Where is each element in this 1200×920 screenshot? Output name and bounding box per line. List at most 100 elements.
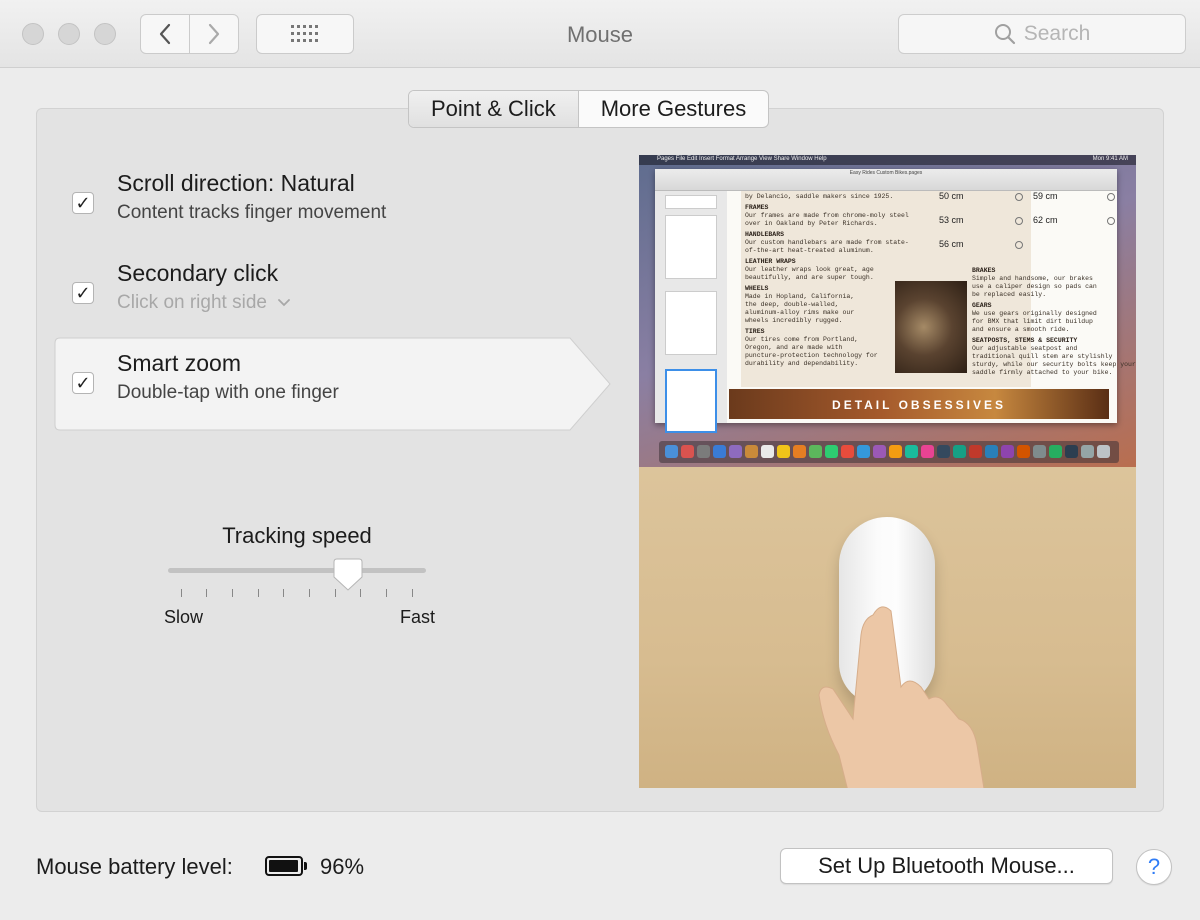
preview-doc-line: Our adjustable seatpost and (972, 345, 1078, 352)
preview-pages-window: Easy Rides Custom Bikes.pages by Delanci… (655, 169, 1136, 433)
preview-menu-items: Pages File Edit Insert Format Arrange Vi… (657, 156, 827, 162)
preview-doc-line: saddle firmly attached to your bike. (972, 369, 1113, 376)
title-bar: Mouse Search (0, 0, 1200, 68)
finger-image (818, 606, 985, 788)
option-scroll-direction[interactable]: ✓ Scroll direction: Natural Content trac… (54, 156, 574, 248)
preview-doc-line: Our frames are made from chrome-moly ste… (745, 212, 909, 219)
preview-doc-line: use a caliper design so pads can (972, 283, 1097, 290)
preview-dock-app-icon (681, 445, 694, 458)
option-subtitle: Content tracks finger movement (117, 202, 387, 223)
preview-doc-line: puncture-protection technology for (745, 352, 878, 359)
preview-dock-app-icon (809, 445, 822, 458)
preview-dock (659, 441, 1119, 463)
preview-doc-line: of-the-art heat-treated aluminum. (745, 247, 874, 254)
preview-dock-app-icon (777, 445, 790, 458)
option-subtitle: Click on right side (117, 292, 267, 313)
preview-doc-heading: GEARS (972, 302, 992, 309)
preview-banner-text: DETAIL OBSESSIVES (832, 398, 1006, 412)
preview-doc-line: aluminum-alloy rims make our (745, 309, 855, 316)
preview-doc-title: Easy Rides Custom Bikes.pages (849, 170, 923, 176)
preview-dock-app-icon (1065, 445, 1078, 458)
preview-dock-app-icon (713, 445, 726, 458)
option-secondary-click[interactable]: ✓ Secondary click Click on right side (54, 246, 574, 338)
preview-banner: DETAIL OBSESSIVES (729, 389, 1109, 419)
battery-level-label: Mouse battery level: (36, 854, 233, 879)
preview-dock-app-icon (985, 445, 998, 458)
preview-menubar: Pages File Edit Insert Format Arrange Vi… (639, 155, 1136, 165)
preview-dock-app-icon (969, 445, 982, 458)
checkmark-icon: ✓ (75, 372, 91, 393)
fast-label: Fast (400, 607, 436, 627)
preview-dock-app-icon (889, 445, 902, 458)
preview-doc-line: traditional quill stem are stylishly (972, 353, 1113, 360)
preview-dock-app-icon (793, 445, 806, 458)
preview-gears-photo (895, 281, 967, 373)
preview-doc-line: Made in Hopland, California, (745, 293, 855, 300)
preview-dock-app-icon (1017, 445, 1030, 458)
preview-dock-app-icon (857, 445, 870, 458)
slider-ticks (176, 589, 416, 597)
slider-knob[interactable] (333, 558, 363, 592)
preview-dock-app-icon (905, 445, 918, 458)
scroll-direction-checkbox[interactable]: ✓ (72, 192, 94, 214)
preview-dock-app-icon (1097, 445, 1110, 458)
option-smart-zoom[interactable]: ✓ Smart zoom Double-tap with one finger (54, 336, 574, 428)
chevron-down-icon (278, 299, 291, 307)
tab-bar: Point & Click More Gestures (408, 90, 770, 128)
preview-dock-app-icon (745, 445, 758, 458)
preview-dock-app-icon (953, 445, 966, 458)
preview-doc-left-column: by Delancio, saddle makers since 1925. FR… (745, 193, 909, 368)
preview-dock-app-icon (697, 445, 710, 458)
preview-dock-app-icon (1081, 445, 1094, 458)
preview-doc-line: over in Oakland by Peter Richards. (745, 220, 878, 227)
option-title: Smart zoom (117, 350, 241, 376)
preview-doc-line: Our tires come from Portland, (745, 336, 859, 343)
gesture-preview-video: Pages File Edit Insert Format Arrange Vi… (639, 155, 1136, 788)
preview-doc-line: wheels incredibly rugged. (745, 317, 843, 324)
preview-dock-app-icon (1001, 445, 1014, 458)
preview-dock-app-icon (729, 445, 742, 458)
tab-more-gestures[interactable]: More Gestures (579, 91, 768, 127)
preview-page-thumbnails (655, 191, 727, 433)
preview-size-options: 50 cm 59 cm 53 cm 62 cm 56 cm (931, 191, 1117, 261)
preview-doc-heading: FRAMES (745, 204, 769, 211)
preview-doc-line: durability and dependability. (745, 360, 859, 367)
search-placeholder: Search (1023, 22, 1091, 45)
preview-doc-line: sturdy, while our security bolts keep yo… (972, 361, 1136, 368)
preview-doc-right-column: BRAKES Simple and handsome, our brakes use… (972, 267, 1136, 377)
battery-terminal (304, 862, 307, 870)
checkmark-icon: ✓ (75, 282, 91, 303)
preview-doc-line: the deep, double-walled, (745, 301, 839, 308)
preview-doc-line: and ensure a smooth ride. (972, 326, 1070, 333)
preview-menu-time: Mon 9:41 AM (1092, 156, 1128, 162)
preview-doc-line: Our custom handlebars are made from stat… (745, 239, 909, 246)
preview-dock-app-icon (761, 445, 774, 458)
preview-dock-app-icon (841, 445, 854, 458)
preview-doc-heading: SEATPOSTS, STEMS & SECURITY (972, 337, 1078, 344)
option-title: Secondary click (117, 260, 279, 286)
preview-doc-heading: WHEELS (745, 285, 769, 292)
battery-icon (265, 856, 303, 876)
preview-doc-heading: BRAKES (972, 267, 996, 274)
preview-desktop: Pages File Edit Insert Format Arrange Vi… (639, 155, 1136, 467)
tab-point-and-click[interactable]: Point & Click (409, 91, 579, 127)
smart-zoom-checkbox[interactable]: ✓ (72, 372, 94, 394)
battery-percent: 96% (320, 854, 365, 879)
setup-bluetooth-mouse-button[interactable]: Set Up Bluetooth Mouse... (780, 848, 1113, 884)
preview-dock-app-icon (825, 445, 838, 458)
search-icon (994, 24, 1015, 45)
tracking-speed-slider[interactable] (168, 568, 426, 573)
preview-dock-app-icon (873, 445, 886, 458)
help-button[interactable]: ? (1136, 849, 1172, 885)
preview-doc-line: by Delancio, saddle makers since 1925. (745, 193, 894, 200)
option-title: Scroll direction: Natural (117, 170, 355, 196)
secondary-click-popup[interactable]: Click on right side (117, 292, 291, 314)
preview-doc-heading: TIRES (745, 328, 765, 335)
preview-doc-line: Our leather wraps look great, age (745, 266, 874, 273)
search-field[interactable]: Search (898, 14, 1186, 54)
preview-doc-heading: HANDLEBARS (745, 231, 785, 238)
preview-dock-app-icon (1049, 445, 1062, 458)
option-subtitle: Double-tap with one finger (117, 382, 339, 403)
preview-doc-line: for BMX that limit dirt buildup (972, 318, 1093, 325)
secondary-click-checkbox[interactable]: ✓ (72, 282, 94, 304)
